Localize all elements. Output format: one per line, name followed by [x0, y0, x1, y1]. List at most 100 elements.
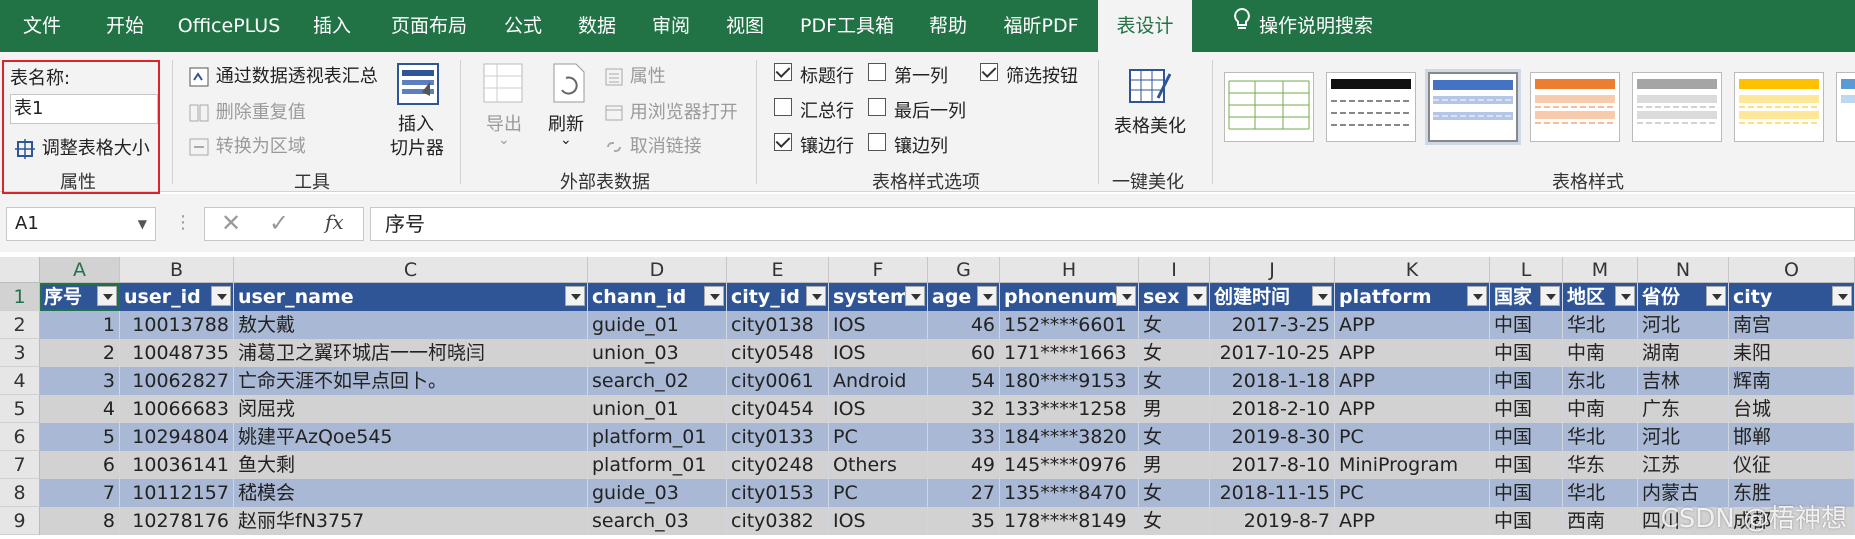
insert-function-icon[interactable]: fx	[325, 210, 344, 234]
table-style-gray[interactable]	[1632, 72, 1722, 142]
column-header-l[interactable]: L	[1490, 257, 1563, 283]
table-cell[interactable]: 2018-2-10	[1210, 395, 1335, 423]
filter-dropdown-icon[interactable]	[1187, 286, 1207, 306]
table-cell[interactable]: 中国	[1490, 423, 1563, 451]
filter-dropdown-icon[interactable]	[565, 286, 585, 306]
table-cell[interactable]: 10294804	[120, 423, 234, 451]
table-header-cell[interactable]: system	[829, 283, 928, 311]
table-cell[interactable]: 133****1258	[1000, 395, 1139, 423]
table-cell[interactable]: 敖大戴	[234, 311, 588, 339]
column-header-h[interactable]: H	[1000, 257, 1139, 283]
column-header-e[interactable]: E	[727, 257, 829, 283]
table-cell[interactable]: 广东	[1638, 395, 1729, 423]
table-cell[interactable]: 河北	[1638, 423, 1729, 451]
tab-help[interactable]: 帮助	[912, 0, 984, 52]
table-cell[interactable]: 2017-8-10	[1210, 451, 1335, 479]
open-in-browser-button[interactable]: 用浏览器打开	[604, 98, 738, 124]
table-cell[interactable]: APP	[1335, 311, 1490, 339]
table-cell[interactable]: 仪征	[1729, 451, 1855, 479]
table-cell[interactable]: 3	[40, 367, 120, 395]
table-cell[interactable]: 2019-8-7	[1210, 507, 1335, 535]
table-cell[interactable]: 河北	[1638, 311, 1729, 339]
table-style-gold[interactable]	[1734, 72, 1824, 142]
filter-dropdown-icon[interactable]	[704, 286, 724, 306]
table-cell[interactable]: 东北	[1563, 367, 1638, 395]
tab-pdf-toolbox[interactable]: PDF工具箱	[782, 0, 912, 52]
tab-data[interactable]: 数据	[560, 0, 634, 52]
table-cell[interactable]: guide_01	[588, 311, 727, 339]
properties-button[interactable]: 属性	[604, 62, 666, 88]
table-cell[interactable]: 60	[928, 339, 1000, 367]
table-cell[interactable]: 2018-1-18	[1210, 367, 1335, 395]
table-cell[interactable]: 180****9153	[1000, 367, 1139, 395]
tab-officeplus[interactable]: OfficePLUS	[166, 0, 292, 52]
table-cell[interactable]: 赵丽华fN3757	[234, 507, 588, 535]
table-header-cell[interactable]: user_name	[234, 283, 588, 311]
table-cell[interactable]: 10013788	[120, 311, 234, 339]
tab-review[interactable]: 审阅	[634, 0, 708, 52]
table-cell[interactable]: 女	[1139, 339, 1210, 367]
table-cell[interactable]: 华北	[1563, 479, 1638, 507]
table-header-cell[interactable]: platform	[1335, 283, 1490, 311]
tab-home[interactable]: 开始	[84, 0, 166, 52]
table-cell[interactable]: APP	[1335, 507, 1490, 535]
table-cell[interactable]: 2017-10-25	[1210, 339, 1335, 367]
table-cell[interactable]: 178****8149	[1000, 507, 1139, 535]
table-cell[interactable]: 中国	[1490, 311, 1563, 339]
table-cell[interactable]: union_03	[588, 339, 727, 367]
tell-me-search[interactable]: 操作说明搜索	[1202, 0, 1402, 52]
header-row-checkbox[interactable]	[774, 63, 792, 81]
tab-view[interactable]: 视图	[708, 0, 782, 52]
table-cell[interactable]: 35	[928, 507, 1000, 535]
filter-dropdown-icon[interactable]	[1832, 286, 1852, 306]
table-cell[interactable]: APP	[1335, 339, 1490, 367]
cancel-icon[interactable]: ✕	[221, 209, 241, 237]
table-cell[interactable]: platform_01	[588, 423, 727, 451]
banded-rows-checkbox[interactable]	[774, 133, 792, 151]
table-cell[interactable]: 嵇模会	[234, 479, 588, 507]
table-cell[interactable]: 华北	[1563, 311, 1638, 339]
filter-dropdown-icon[interactable]	[806, 286, 826, 306]
table-cell[interactable]: 7	[40, 479, 120, 507]
banded-columns-checkbox[interactable]	[868, 133, 886, 151]
table-cell[interactable]: 4	[40, 395, 120, 423]
table-cell[interactable]: 中国	[1490, 395, 1563, 423]
filter-dropdown-icon[interactable]	[905, 286, 925, 306]
pivot-summary-button[interactable]: 通过数据透视表汇总	[188, 62, 378, 88]
filter-dropdown-icon[interactable]	[97, 286, 117, 306]
table-cell[interactable]: PC	[829, 423, 928, 451]
column-header-d[interactable]: D	[588, 257, 727, 283]
table-cell[interactable]: 湖南	[1638, 339, 1729, 367]
tab-file[interactable]: 文件	[0, 0, 84, 52]
table-cell[interactable]: 46	[928, 311, 1000, 339]
table-header-cell[interactable]: 序号	[40, 283, 120, 311]
filter-dropdown-icon[interactable]	[1615, 286, 1635, 306]
table-cell[interactable]: city0382	[727, 507, 829, 535]
table-cell[interactable]: 27	[928, 479, 1000, 507]
last-column-checkbox[interactable]	[868, 98, 886, 116]
table-header-cell[interactable]: 创建时间	[1210, 283, 1335, 311]
table-cell[interactable]: 吉林	[1638, 367, 1729, 395]
table-cell[interactable]: platform_01	[588, 451, 727, 479]
tab-foxit-pdf[interactable]: 福昕PDF	[984, 0, 1098, 52]
tab-insert[interactable]: 插入	[292, 0, 372, 52]
table-cell[interactable]: Others	[829, 451, 928, 479]
table-cell[interactable]: city0248	[727, 451, 829, 479]
table-cell[interactable]: 中国	[1490, 367, 1563, 395]
row-header-5[interactable]: 5	[0, 395, 40, 423]
table-header-cell[interactable]: city_id	[727, 283, 829, 311]
table-cell[interactable]: 男	[1139, 451, 1210, 479]
table-header-cell[interactable]: user_id	[120, 283, 234, 311]
table-cell[interactable]: 2017-3-25	[1210, 311, 1335, 339]
table-cell[interactable]: 10112157	[120, 479, 234, 507]
table-cell[interactable]: IOS	[829, 339, 928, 367]
table-cell[interactable]: 10048735	[120, 339, 234, 367]
table-cell[interactable]: PC	[1335, 479, 1490, 507]
table-cell[interactable]: IOS	[829, 395, 928, 423]
row-header-1[interactable]: 1	[0, 283, 40, 311]
row-header-7[interactable]: 7	[0, 451, 40, 479]
table-style-green[interactable]	[1224, 72, 1314, 142]
table-cell[interactable]: 10278176	[120, 507, 234, 535]
table-cell[interactable]: MiniProgram	[1335, 451, 1490, 479]
row-header-8[interactable]: 8	[0, 479, 40, 507]
